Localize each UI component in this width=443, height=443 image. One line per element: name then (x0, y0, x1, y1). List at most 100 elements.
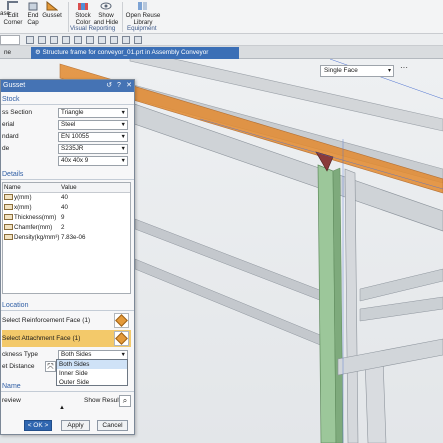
ribbon-divider (68, 2, 69, 32)
cross-section-select[interactable]: Triangle ▼ (58, 108, 128, 118)
body-icon[interactable] (98, 36, 106, 44)
cube-icon (115, 332, 128, 345)
option-both-sides[interactable]: Both Sides (57, 360, 127, 369)
name-section-label: Name (2, 383, 21, 390)
material-value: Steel (61, 121, 76, 128)
table-header: Name Value (3, 183, 130, 193)
parameter-icon (4, 204, 13, 210)
face-picker-button[interactable] (114, 313, 129, 328)
param-value: 9 (61, 214, 65, 221)
preview-label: review (2, 397, 21, 404)
thickness-type-label: ckness Type (2, 351, 39, 358)
cross-section-row: ss Section Triangle ▼ (1, 107, 134, 119)
details-section-header[interactable]: Details (1, 169, 134, 180)
standard-value: EN 10055 (61, 133, 90, 140)
equipment-group-label: Equipment (127, 25, 157, 32)
param-name: x(mm) (14, 204, 32, 211)
tab-home-page[interactable]: ne Page (0, 47, 30, 67)
selection-scope-dropdown[interactable]: Single Face ▾ (320, 65, 394, 77)
grade-select[interactable]: S235JR ▼ (58, 144, 128, 154)
intersection-icon[interactable] (134, 36, 142, 44)
attachment-face-selector[interactable]: Select Attachment Face (1) (2, 330, 131, 347)
more-options-button[interactable]: ··· (398, 63, 410, 75)
standard-select[interactable]: EN 10055 ▼ (58, 132, 128, 142)
vertex-icon[interactable] (122, 36, 130, 44)
show-hide-button[interactable]: Show and Hide (92, 0, 120, 26)
stock-section-label: Stock (2, 96, 20, 103)
apply-button[interactable]: Apply (61, 420, 90, 431)
front-column (364, 358, 387, 443)
size-row: 40x 40x 9 ▼ (1, 155, 134, 167)
param-name: Chamfer(mm) (14, 224, 53, 231)
reinforcement-face-label: Select Reinforcement Face (1) (2, 317, 91, 324)
tab-structure-frame[interactable]: ⚙ Structure frame for conveyor_01.prt in… (31, 47, 239, 67)
gusset-icon (46, 0, 59, 11)
table-row[interactable]: Chamfer(mm) 2 (3, 223, 130, 233)
show-result-label: Show Result (84, 397, 121, 404)
point-icon[interactable] (62, 36, 70, 44)
option-outer-side[interactable]: Outer Side (57, 378, 127, 387)
help-icon[interactable]: ? (114, 80, 124, 92)
collapse-chevron-icon[interactable]: ▲ (59, 405, 65, 411)
cross-tube (134, 218, 331, 305)
face-picker-button[interactable] (114, 331, 129, 346)
visual-reporting-group-label: Visual Reporting (70, 25, 116, 32)
stock-section-header[interactable]: Stock (1, 94, 134, 105)
snap-icon[interactable] (50, 36, 58, 44)
material-label: erial (2, 121, 15, 128)
reset-icon[interactable]: ↺ (104, 80, 114, 92)
ribbon-divider (122, 2, 123, 32)
dialog-title: Gusset (3, 82, 26, 89)
edit-corner-icon (7, 1, 19, 11)
parameter-icon (4, 194, 13, 200)
chevron-down-icon: ▼ (120, 158, 126, 164)
standard-label: ndard (2, 133, 19, 140)
midpoint-icon[interactable] (110, 36, 118, 44)
chevron-down-icon: ▼ (120, 134, 126, 140)
table-row[interactable]: x(mm) 40 (3, 203, 130, 213)
magnifier-icon[interactable]: ⌕ (119, 395, 131, 407)
parameter-icon (4, 234, 13, 240)
ok-button[interactable]: < OK > (24, 420, 52, 431)
table-row[interactable]: Thickness(mm) 9 (3, 213, 130, 223)
thickness-type-options: Both Sides Inner Side Outer Side (56, 359, 128, 386)
selection-filter-combo[interactable] (0, 35, 20, 45)
details-section-label: Details (2, 171, 24, 178)
close-icon[interactable]: ✕ (124, 80, 134, 92)
material-select[interactable]: Steel ▼ (58, 120, 128, 130)
cancel-button[interactable]: Cancel (97, 420, 128, 431)
table-row[interactable]: Density(kg/mm³) 7.83e-06 (3, 233, 130, 243)
side-tube (359, 268, 443, 302)
cross-section-label: ss Section (2, 109, 32, 116)
option-inner-side[interactable]: Inner Side (57, 369, 127, 378)
size-value: 40x 40x 9 (61, 157, 89, 164)
filter-icon[interactable] (26, 36, 34, 44)
gusset-button[interactable]: Gusset (38, 0, 66, 26)
face-icon[interactable] (86, 36, 94, 44)
dialog-title-bar: Gusset ↺ ? ✕ (1, 80, 134, 92)
open-reuse-library-button[interactable]: Open Reuse Library (124, 0, 162, 26)
details-table: Name Value y(mm) 40 x(mm) 40 Thickness(m… (2, 182, 131, 294)
grade-row: de S235JR ▼ (1, 143, 134, 155)
attachment-face-label: Select Attachment Face (1) (2, 335, 81, 342)
size-select[interactable]: 40x 40x 9 ▼ (58, 156, 128, 166)
offset-distance-label: et Distance (2, 363, 35, 370)
show-hide-label: Show and Hide (93, 12, 119, 26)
quick-toolbar (0, 34, 443, 46)
param-value: 40 (61, 194, 68, 201)
parameter-icon (4, 214, 13, 220)
distance-measure-icon[interactable]: ⤧ (45, 361, 56, 372)
chevron-down-icon: ▾ (387, 68, 391, 74)
reinforcement-face-selector[interactable]: Select Reinforcement Face (1) (2, 312, 131, 329)
param-value: 2 (61, 224, 65, 231)
table-row[interactable]: y(mm) 40 (3, 193, 130, 203)
cross-section-value: Triangle (61, 109, 84, 116)
curve-icon[interactable] (74, 36, 82, 44)
location-section-header[interactable]: Location (1, 300, 134, 311)
select-all-icon[interactable] (38, 36, 46, 44)
thickness-type-value: Both Sides (61, 351, 92, 358)
param-name: Density(kg/mm³) (14, 234, 60, 241)
column (344, 168, 359, 443)
document-tabs: ne Page ⚙ Structure frame for conveyor_0… (0, 46, 443, 67)
show-hide-icon (100, 1, 112, 11)
